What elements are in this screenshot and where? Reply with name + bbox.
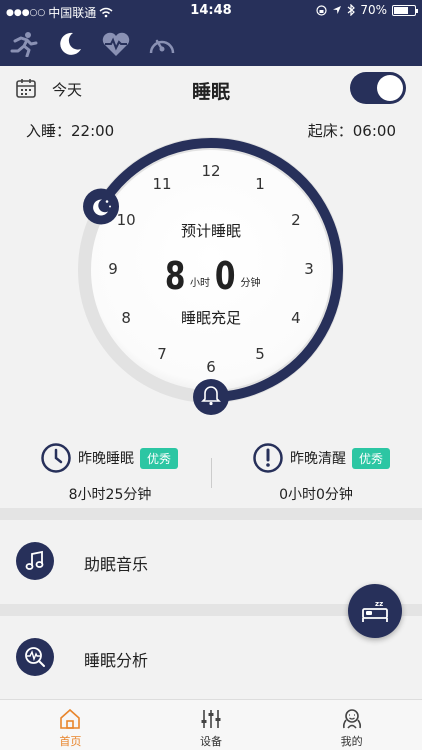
duration-minutes: 0 (214, 254, 236, 298)
last-night-awake: 昨晚清醒 优秀 (252, 442, 391, 474)
sleep-mode-button[interactable]: zz (348, 584, 402, 638)
dial-number: 1 (255, 175, 265, 194)
nav-mine[interactable]: 我的 (281, 700, 422, 750)
sleep-analysis-icon (25, 647, 45, 667)
sleep-music-label: 助眠音乐 (84, 555, 149, 574)
dial-number: 12 (201, 162, 221, 180)
nav-home[interactable]: 首页 (0, 700, 141, 750)
sliders-icon (201, 710, 221, 728)
nav-device[interactable]: 设备 (141, 700, 282, 750)
nav-home-label: 首页 (59, 735, 82, 748)
last-night-sleep: 昨晚睡眠 优秀 (40, 442, 179, 474)
nav-device-label: 设备 (200, 735, 222, 748)
last-awake-value: 0小时0分钟 (279, 487, 353, 503)
bed-icon: zz (362, 600, 388, 622)
sleep-analysis-label: 睡眠分析 (84, 651, 149, 670)
last-sleep-value: 8小时25分钟 (68, 487, 152, 503)
music-note-icon (25, 550, 44, 570)
user-icon (342, 709, 361, 729)
stats-divider (211, 458, 212, 488)
bottom-nav: 首页 设备 我的 (0, 699, 422, 750)
last-awake-label: 昨晚清醒 (290, 451, 346, 467)
dial-center: 预计睡眠 8 小时 0 分钟 睡眠充足 (110, 220, 312, 328)
sleep-status: 睡眠充足 (180, 309, 241, 327)
svg-text:zz: zz (375, 600, 383, 608)
last-sleep-badge: 优秀 (140, 447, 179, 469)
alarm-handle[interactable] (193, 379, 229, 415)
hours-unit: 小时 (190, 278, 210, 289)
dial-number: 11 (152, 175, 172, 194)
planned-duration: 8 小时 0 分钟 (110, 253, 312, 295)
last-awake-badge: 优秀 (352, 447, 391, 469)
home-icon (60, 708, 81, 729)
minutes-unit: 分钟 (240, 278, 261, 289)
planned-sleep-label: 预计睡眠 (180, 222, 241, 240)
dial-number: 6 (206, 358, 216, 376)
nav-mine-label: 我的 (340, 735, 363, 748)
dial-number: 7 (157, 344, 167, 363)
exclamation-icon (253, 443, 283, 473)
clock-icon (41, 443, 71, 473)
dial-number: 5 (255, 344, 265, 363)
section-divider (0, 508, 422, 520)
duration-hours: 8 (164, 254, 186, 298)
last-sleep-label: 昨晚睡眠 (78, 451, 134, 467)
